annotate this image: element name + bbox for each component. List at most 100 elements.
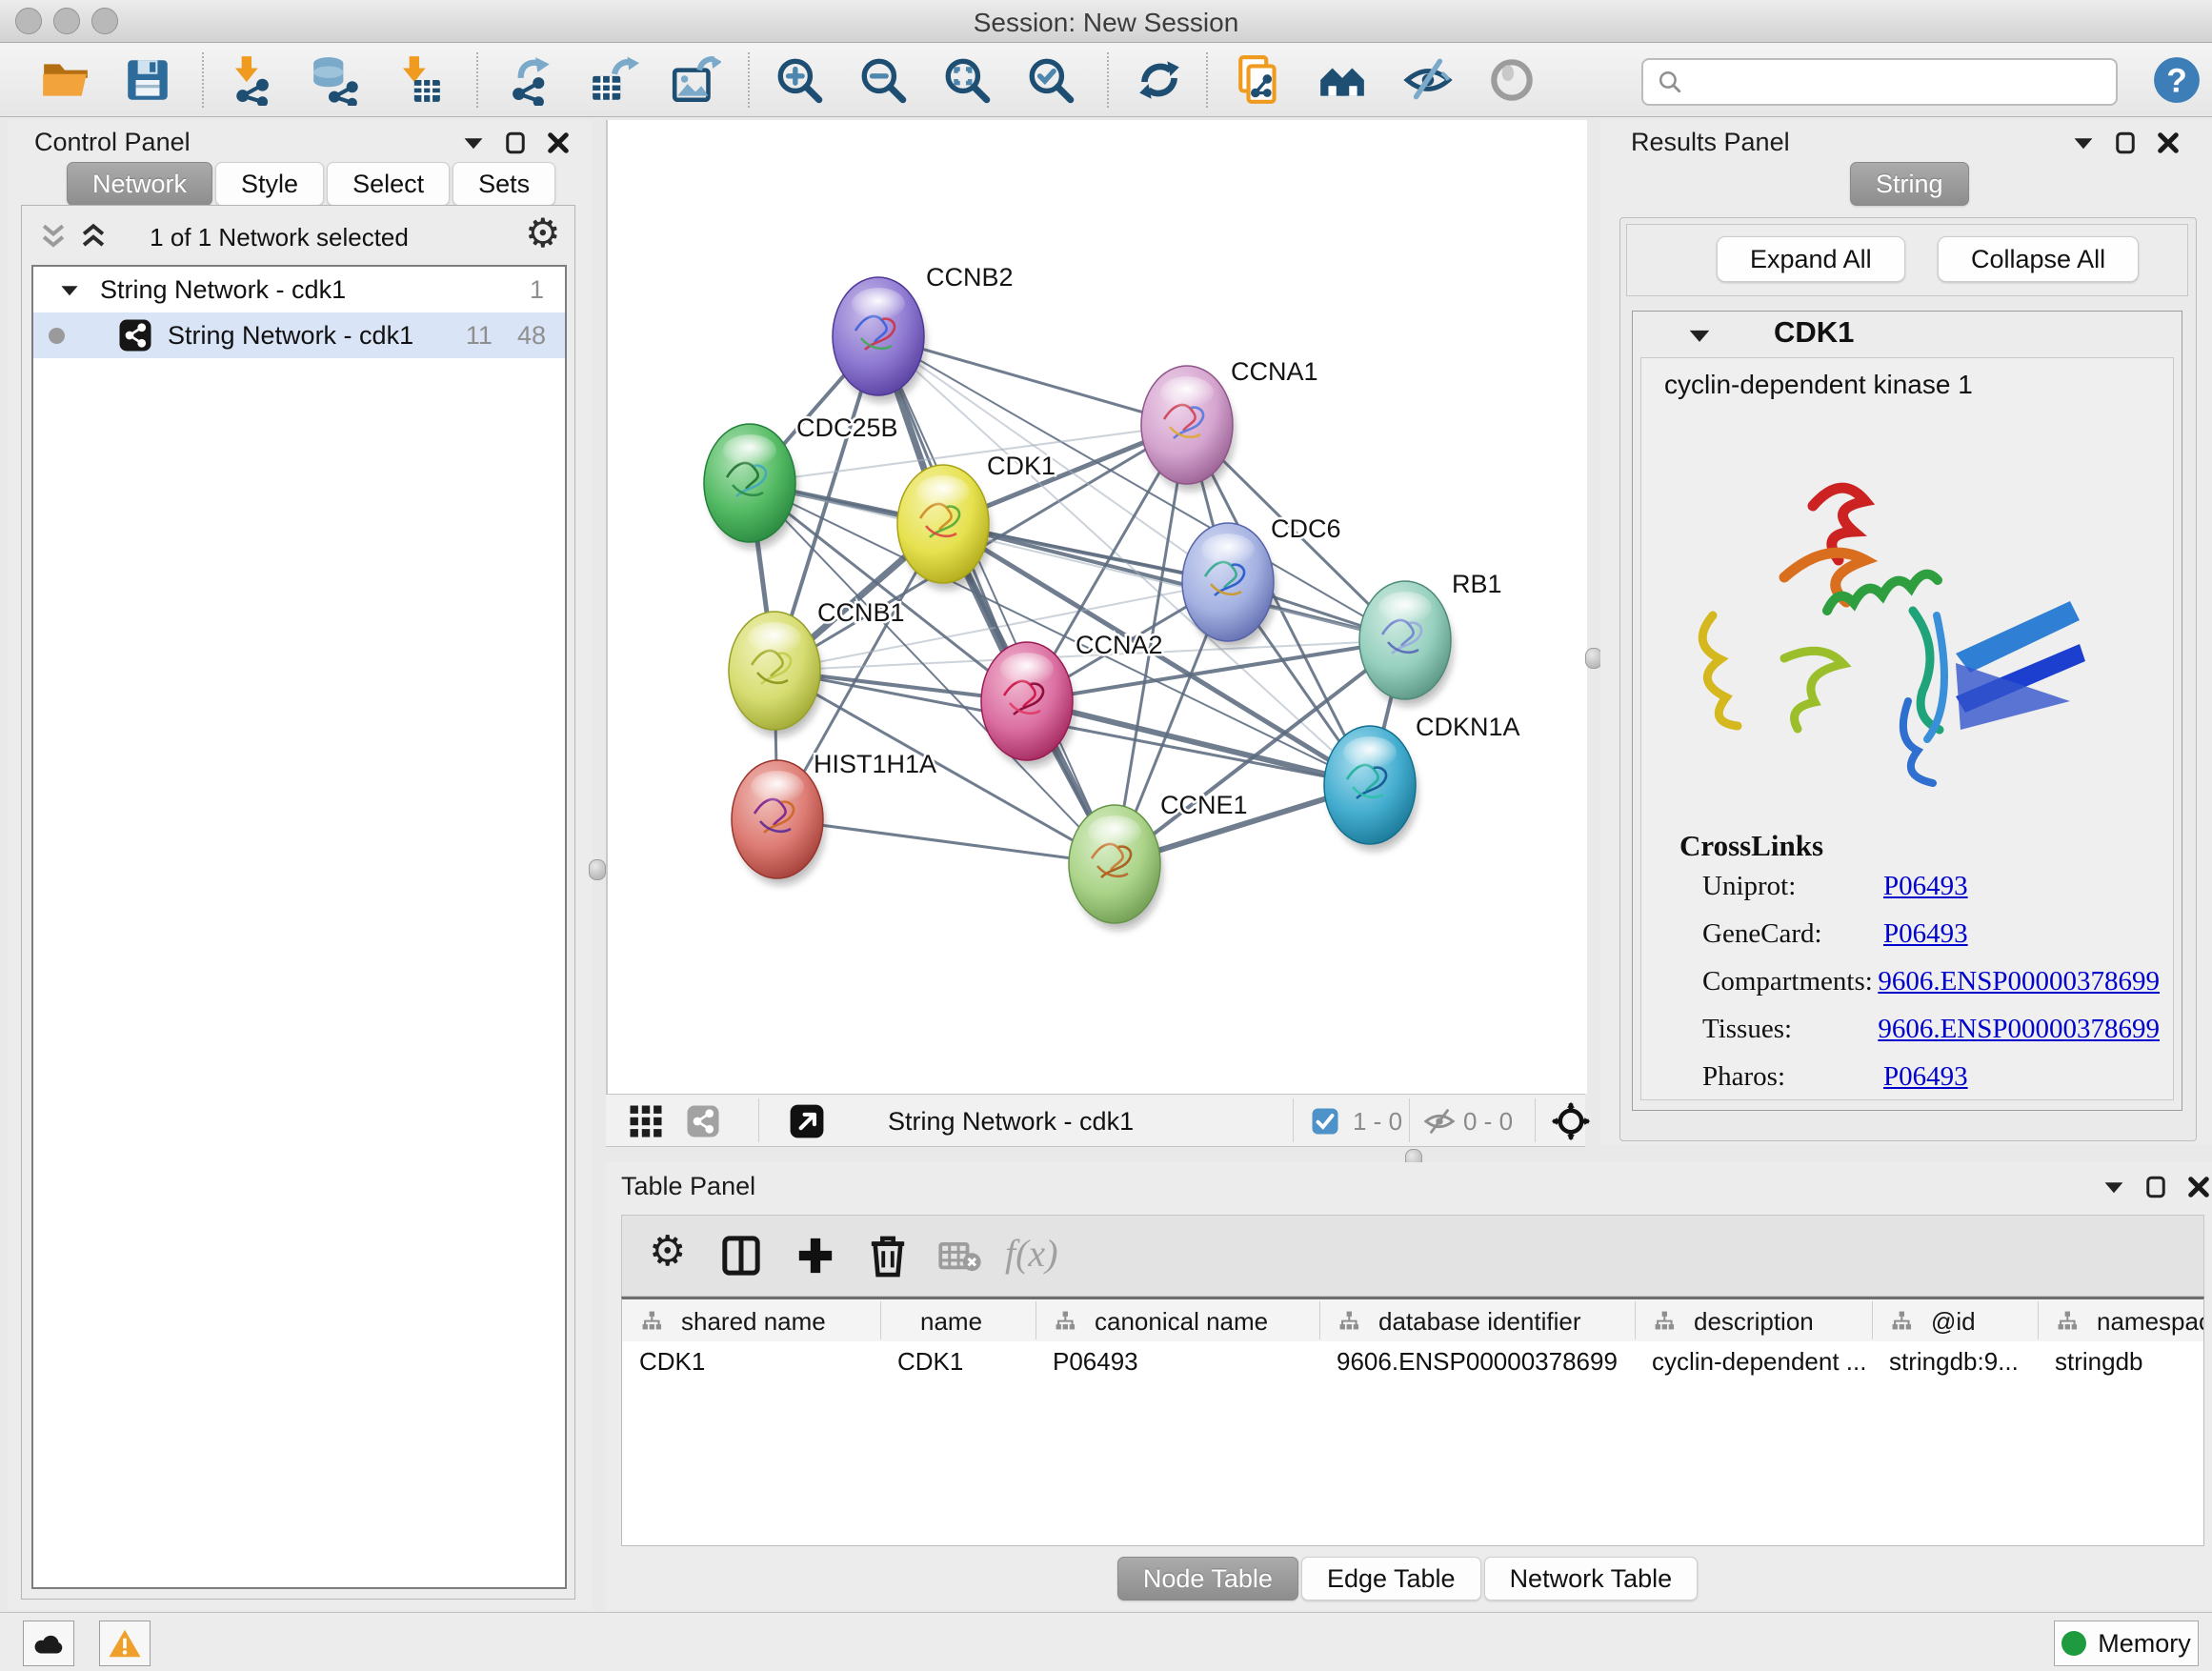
column-divider[interactable] <box>1319 1301 1320 1339</box>
node-CDC25B[interactable]: CDC25B <box>704 413 898 549</box>
float-panel-icon[interactable] <box>2145 1176 2166 1198</box>
column-header-namespace[interactable]: namespace <box>2097 1307 2204 1337</box>
crosslink-value[interactable]: P06493 <box>1883 918 1968 950</box>
panel-menu-icon[interactable] <box>2103 1179 2124 1195</box>
zoom-out-icon[interactable] <box>857 54 909 106</box>
zoom-in-icon[interactable] <box>774 54 825 106</box>
float-panel-icon[interactable] <box>505 131 526 154</box>
table-cell[interactable]: P06493 <box>1053 1347 1138 1377</box>
gene-name: CDK1 <box>1774 315 1854 350</box>
panel-menu-icon[interactable] <box>2073 135 2094 151</box>
table-cell[interactable]: stringdb <box>2055 1347 2143 1377</box>
network-options-gear-icon[interactable]: ⚙ <box>525 213 561 253</box>
import-network-icon[interactable] <box>225 54 276 106</box>
node-CDC6[interactable]: CDC6 <box>1182 514 1341 648</box>
import-network-database-icon[interactable] <box>309 54 360 106</box>
crosslink-value[interactable]: P06493 <box>1883 871 1968 902</box>
refresh-layout-icon[interactable] <box>1134 54 1185 106</box>
column-header-canonical-name[interactable]: canonical name <box>1095 1307 1268 1337</box>
column-header-name[interactable]: name <box>920 1307 982 1337</box>
tab-edge-table[interactable]: Edge Table <box>1301 1557 1481 1601</box>
table-cell[interactable]: CDK1 <box>639 1347 705 1377</box>
node-CCNA1[interactable]: CCNA1 <box>1141 357 1318 491</box>
close-panel-icon[interactable] <box>2187 1176 2210 1198</box>
table-row[interactable]: CDK1 CDK1 P06493 9606.ENSP00000378699 cyclin… <box>622 1341 2204 1383</box>
save-session-icon[interactable] <box>122 54 173 106</box>
search-input[interactable] <box>1641 58 2118 106</box>
column-divider[interactable] <box>880 1301 881 1339</box>
edge-CCNE1-HIST1H1A[interactable] <box>777 819 1115 864</box>
selected-checkbox-icon[interactable] <box>1311 1107 1339 1136</box>
zoom-fit-icon[interactable] <box>941 54 993 106</box>
tab-sets[interactable]: Sets <box>452 162 555 206</box>
crosslink-value[interactable]: 9606.ENSP00000378699 <box>1878 1014 2160 1045</box>
hide-panels-icon[interactable] <box>1402 54 1454 106</box>
node-CDK1[interactable]: CDK1 <box>897 452 1056 590</box>
left-splitter-handle[interactable] <box>589 859 606 880</box>
function-builder-icon[interactable]: f(x) <box>1005 1231 1058 1276</box>
warnings-button[interactable] <box>99 1621 151 1666</box>
grid-view-icon[interactable] <box>629 1104 663 1138</box>
network-row[interactable]: String Network - cdk1 11 48 <box>33 312 565 358</box>
tab-select[interactable]: Select <box>327 162 450 206</box>
export-network-icon[interactable] <box>505 54 556 106</box>
birds-eye-crosshair-icon[interactable] <box>1551 1101 1591 1141</box>
node-CCNB2[interactable]: CCNB2 <box>833 263 1014 402</box>
node-HIST1H1A[interactable]: HIST1H1A <box>732 750 936 885</box>
table-settings-gear-icon[interactable]: ⚙ <box>649 1229 686 1275</box>
table-cell[interactable]: 9606.ENSP00000378699 <box>1337 1347 1618 1377</box>
add-column-icon[interactable] <box>795 1235 835 1277</box>
node-CDKN1A[interactable]: CDKN1A <box>1324 713 1520 851</box>
column-divider[interactable] <box>2038 1301 2039 1339</box>
column-header-description[interactable]: description <box>1694 1307 1814 1337</box>
expand-all-button[interactable]: Expand All <box>1717 236 1905 282</box>
open-in-window-icon[interactable] <box>789 1103 825 1139</box>
import-table-icon[interactable] <box>392 54 444 106</box>
zoom-selected-icon[interactable] <box>1025 54 1076 106</box>
cloud-button[interactable] <box>23 1621 74 1666</box>
export-table-icon[interactable] <box>589 54 640 106</box>
gene-expander-icon[interactable] <box>1688 327 1711 344</box>
node-CCNE1[interactable]: CCNE1 <box>1069 791 1248 930</box>
table-cell[interactable]: stringdb:9... <box>1889 1347 2019 1377</box>
column-header-shared-name[interactable]: shared name <box>681 1307 826 1337</box>
close-panel-icon[interactable] <box>2157 131 2180 154</box>
export-image-icon[interactable] <box>670 54 721 106</box>
collapse-all-button[interactable]: Collapse All <box>1938 236 2139 282</box>
crosslink-value[interactable]: P06493 <box>1883 1061 1968 1093</box>
tab-string[interactable]: String <box>1850 162 1969 206</box>
column-header--id[interactable]: @id <box>1931 1307 1976 1337</box>
home-icon[interactable] <box>1317 54 1368 106</box>
crosslink-value[interactable]: 9606.ENSP00000378699 <box>1878 966 2160 997</box>
control-panel-tabs: NetworkStyleSelectSets <box>67 162 558 206</box>
help-icon[interactable]: ? <box>2151 54 2202 106</box>
inspector-icon[interactable] <box>1486 54 1538 106</box>
close-panel-icon[interactable] <box>547 131 570 154</box>
tab-node-table[interactable]: Node Table <box>1117 1557 1298 1601</box>
float-panel-icon[interactable] <box>2115 131 2136 154</box>
tab-style[interactable]: Style <box>215 162 324 206</box>
column-header-database-identifier[interactable]: database identifier <box>1378 1307 1580 1337</box>
open-network-browser-icon[interactable] <box>1235 54 1286 106</box>
node-RB1[interactable]: RB1 <box>1359 570 1502 706</box>
delete-table-icon[interactable] <box>938 1242 982 1273</box>
network-canvas[interactable]: CCNB2 CCNA1 CDC25BCDK1 CDC6RB1 CCNB1 CCNA2 CDK… <box>606 120 1587 1094</box>
tab-network[interactable]: Network <box>67 162 212 206</box>
node-CCNA2[interactable]: CCNA2 <box>981 631 1163 767</box>
edge-CCNB2-CCNE1[interactable] <box>878 336 1115 864</box>
hidden-eye-icon[interactable] <box>1423 1107 1456 1136</box>
collection-expander-icon[interactable] <box>60 283 79 297</box>
network-collection-row[interactable]: String Network - cdk1 1 <box>33 267 565 312</box>
network-view-share-icon[interactable] <box>686 1104 720 1138</box>
table-cell[interactable]: cyclin-dependent ... <box>1652 1347 1866 1377</box>
table-cell[interactable]: CDK1 <box>897 1347 963 1377</box>
node-CCNB1[interactable]: CCNB1 <box>729 598 905 736</box>
memory-button[interactable]: Memory <box>2054 1621 2199 1666</box>
column-divider[interactable] <box>1635 1301 1636 1339</box>
column-divider[interactable] <box>1872 1301 1873 1339</box>
delete-column-icon[interactable] <box>868 1233 908 1278</box>
show-columns-icon[interactable] <box>721 1235 761 1277</box>
tab-network-table[interactable]: Network Table <box>1484 1557 1699 1601</box>
panel-menu-icon[interactable] <box>463 135 484 151</box>
open-session-icon[interactable] <box>40 54 91 106</box>
